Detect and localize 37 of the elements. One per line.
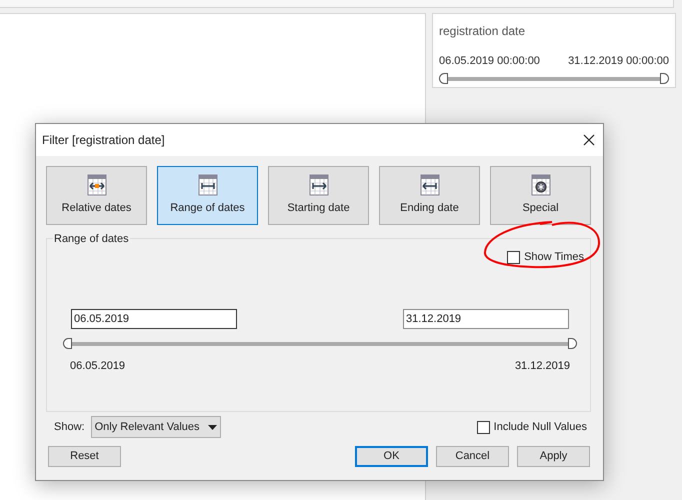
max-date-label: 31.12.2019	[514, 359, 570, 374]
dialog-button[interactable]: Apply	[517, 446, 590, 467]
start-date-field[interactable]: 06.05.2019	[71, 309, 237, 329]
range-slider[interactable]	[63, 338, 577, 349]
mode-button[interactable]: Special	[490, 166, 591, 225]
mode-button[interactable]: Ending date	[379, 166, 480, 225]
dialog-button[interactable]: Cancel	[436, 446, 509, 467]
mode-button[interactable]: Relative dates	[46, 166, 147, 225]
range-end-label: 31.12.2019 00:00:00	[568, 54, 669, 69]
slider-handle[interactable]	[63, 338, 72, 349]
caret-icon	[208, 424, 217, 430]
checkbox[interactable]	[476, 420, 490, 434]
group-title: Range of dates	[53, 231, 130, 248]
mode-button[interactable]: Range of dates	[157, 166, 258, 225]
mode-button[interactable]: Starting date	[268, 166, 369, 225]
checkbox[interactable]	[507, 250, 520, 264]
slider-handle[interactable]	[439, 72, 448, 84]
dialog-button[interactable]: OK	[355, 446, 428, 467]
dialog-title: Filter [registration date]	[42, 132, 165, 149]
dialog-button[interactable]: Reset	[48, 446, 121, 467]
calendar-icon	[418, 172, 442, 196]
end-date-field[interactable]: 31.12.2019	[403, 309, 569, 329]
range-slider[interactable]	[439, 72, 669, 84]
slider-handle[interactable]	[568, 338, 577, 349]
show-label: Show:	[54, 420, 85, 435]
show-dropdown[interactable]: Only Relevant Values	[90, 416, 221, 438]
range-start-label: 06.05.2019 00:00:00	[439, 54, 540, 69]
calendar-icon	[84, 172, 108, 196]
checkbox-label: Show Times	[524, 250, 584, 265]
checkbox-label: Include Null Values	[494, 420, 587, 435]
calendar-icon	[306, 172, 330, 196]
filter-title: registration date	[439, 23, 526, 40]
calendar-icon	[528, 172, 552, 196]
close-icon[interactable]	[583, 134, 595, 146]
slider-handle[interactable]	[660, 72, 669, 84]
calendar-icon	[196, 172, 220, 196]
min-date-label: 06.05.2019	[70, 359, 126, 374]
